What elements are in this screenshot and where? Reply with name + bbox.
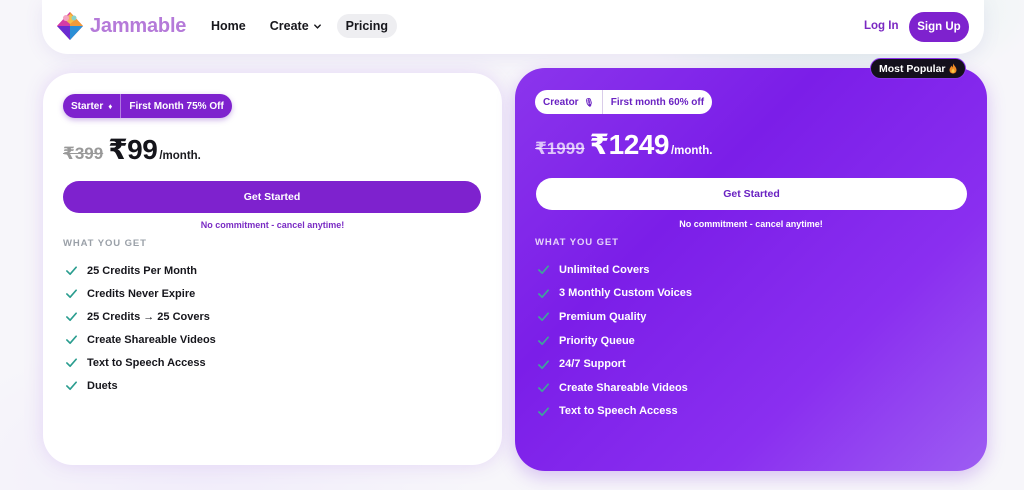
price-period: /month. [159,150,201,162]
creator-get-started-button[interactable]: Get Started [536,178,967,210]
check-icon [538,312,549,322]
feature-item: Duets [65,374,216,397]
check-icon [66,289,77,299]
features-heading: WHAT YOU GET [535,237,619,248]
feature-list: Unlimited Covers 3 Monthly Custom Voices… [537,258,692,423]
feature-label: Create Shareable Videos [559,381,688,394]
discount-tag: First month 60% off [601,90,712,114]
feature-item: Unlimited Covers [537,258,692,282]
plan-name-tag: Starter ♦ [63,94,120,118]
current-price: ₹99 [108,134,158,165]
feature-item: 25 Credits → 25 Covers [65,305,216,328]
plan-name: Starter [71,100,104,112]
feature-label: 25 Credits → 25 Covers [87,310,210,323]
feature-label: 24/7 Support [559,358,626,371]
brand[interactable]: Jammable [54,10,186,42]
jammable-logo-icon [57,12,83,40]
feature-label: Priority Queue [559,334,635,347]
old-price: ₹399 [63,144,104,163]
feature-label: 25 Credits Per Month [87,264,198,277]
old-price: ₹1999 [535,139,585,158]
nav-create-label: Create [269,19,309,33]
feature-item: Premium Quality [537,305,692,329]
check-icon [66,312,77,322]
creator-plan-card: Creator 🎙 First month 60% off ₹1999 ₹124… [515,68,987,471]
check-icon [538,336,549,346]
plan-name-tag: Creator 🎙 [535,90,602,114]
feature-item: 25 Credits Per Month [65,259,216,282]
check-icon [66,381,77,391]
plan-name: Creator [543,96,579,108]
check-icon [66,266,77,276]
most-popular-badge: Most Popular [870,58,966,79]
feature-label: Create Shareable Videos [87,333,216,346]
feature-list: 25 Credits Per Month Credits Never Expir… [65,259,216,397]
chevron-down-icon [313,23,321,29]
feature-label: Premium Quality [559,310,647,323]
commitment-note: No commitment - cancel anytime! [200,220,345,230]
starter-get-started-button[interactable]: Get Started [63,181,481,213]
check-icon [538,383,549,393]
nav-create[interactable]: Create [261,14,331,38]
feature-label: Duets [87,379,118,392]
nav-home-label: Home [211,19,246,33]
feature-label: Credits Never Expire [87,287,196,300]
discount-tag: First Month 75% Off [120,94,231,118]
feature-item: Priority Queue [537,329,692,353]
feature-item: Credits Never Expire [65,282,216,305]
current-price: ₹1249 [589,129,670,160]
feature-label: Text to Speech Access [87,356,206,369]
feature-label: Unlimited Covers [559,263,650,276]
main-nav: Home Create Pricing [202,14,403,38]
feature-item: Text to Speech Access [65,351,216,374]
feature-item: Create Shareable Videos [65,328,216,351]
price-row: ₹1999 ₹1249 /month. [535,128,712,161]
nav-home[interactable]: Home [202,14,255,38]
check-icon [538,289,549,298]
commitment-note: No commitment - cancel anytime! [679,219,823,229]
check-icon [66,335,77,345]
creator-plan-pill: Creator 🎙 First month 60% off [535,90,713,114]
feature-item: Create Shareable Videos [537,376,692,400]
feature-item: Text to Speech Access [537,400,692,424]
check-icon [538,360,549,369]
feature-label: Text to Speech Access [559,405,678,418]
badge-label: Most Popular [879,62,946,75]
top-navbar: Jammable Home Create Pricing Log In Sign… [42,0,984,54]
feature-item: 24/7 Support [537,352,692,376]
starter-plan-card: Starter ♦ First Month 75% Off ₹399 ₹99 /… [43,73,502,465]
feature-label: 3 Monthly Custom Voices [559,287,693,300]
star-icon: ♦ [108,101,113,111]
login-link[interactable]: Log In [864,20,899,32]
starter-plan-pill: Starter ♦ First Month 75% Off [63,94,232,118]
check-icon [66,358,77,368]
features-heading: WHAT YOU GET [63,238,147,249]
flame-icon [949,63,957,74]
feature-item: 3 Monthly Custom Voices [537,282,692,306]
price-row: ₹399 ₹99 /month. [63,133,201,166]
check-icon [538,265,549,275]
nav-pricing-label: Pricing [345,19,389,33]
brand-name: Jammable [90,14,187,37]
check-icon [538,407,549,416]
signup-button[interactable]: Sign Up [909,12,969,42]
microphone-icon: 🎙 [583,97,594,107]
nav-pricing[interactable]: Pricing [336,14,398,38]
price-period: /month. [670,145,713,157]
